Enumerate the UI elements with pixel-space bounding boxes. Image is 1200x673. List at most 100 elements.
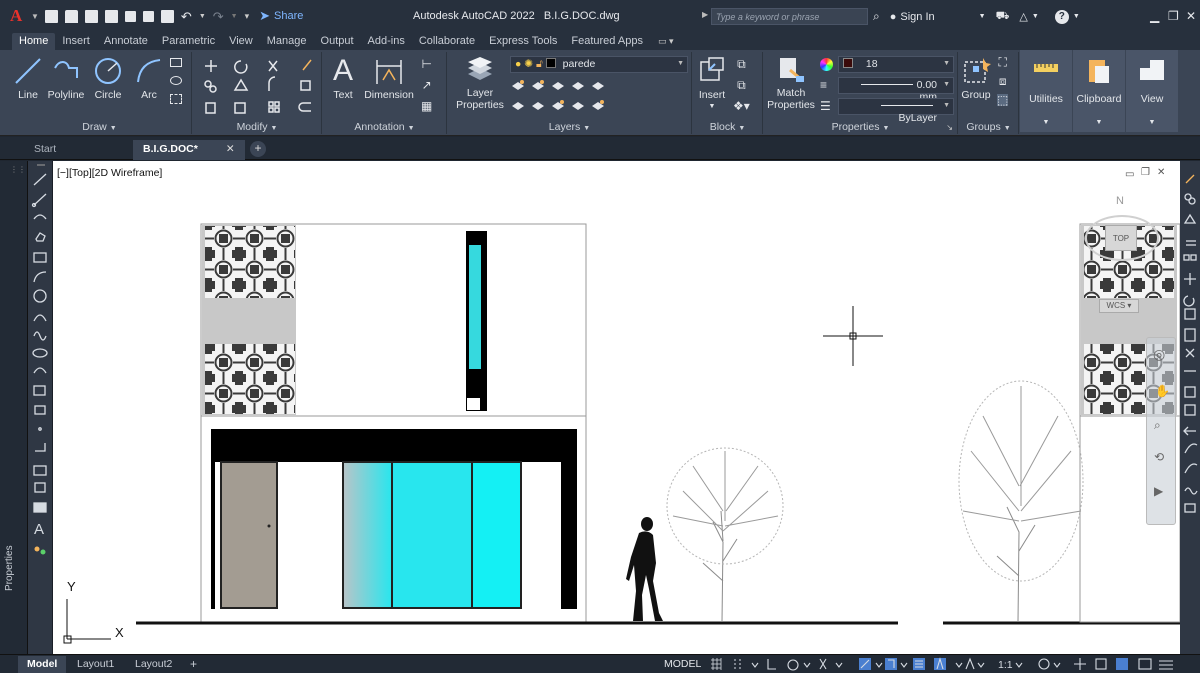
orbit-icon[interactable]: ⟲ bbox=[1154, 450, 1164, 464]
properties-panel-title[interactable]: Properties ▼ bbox=[764, 121, 957, 133]
insert-button[interactable]: Insert ▼ bbox=[695, 56, 729, 113]
hatch-icon[interactable] bbox=[170, 76, 182, 85]
drawing-svg[interactable] bbox=[53, 161, 1180, 654]
group-button[interactable]: Group bbox=[959, 56, 993, 101]
properties-palette-strip[interactable]: ⋮⋮ Properties bbox=[0, 161, 28, 654]
search-input[interactable]: Type a keyword or phrase bbox=[711, 8, 868, 25]
print-icon[interactable] bbox=[160, 9, 174, 23]
publish-icon[interactable] bbox=[124, 10, 136, 22]
redo-icon[interactable]: ↷ bbox=[213, 10, 224, 23]
line-button[interactable]: Line bbox=[12, 56, 44, 101]
create-block-icon[interactable]: ⧉ bbox=[737, 58, 746, 70]
status-toggles[interactable]: 1:1 bbox=[708, 655, 1188, 673]
insert-dropdown-icon[interactable]: ▼ bbox=[695, 101, 729, 113]
tab-insert[interactable]: Insert bbox=[55, 33, 97, 50]
leader-icon[interactable]: ↗ bbox=[422, 79, 432, 91]
lineweight-dropdown[interactable]: 0.00 mm ▼ bbox=[838, 77, 954, 103]
zoom-icon[interactable]: ⌕ bbox=[1154, 418, 1161, 433]
new-layout-icon[interactable]: + bbox=[190, 657, 197, 671]
rectangle-icon[interactable] bbox=[170, 58, 182, 67]
autodesk-a360-icon[interactable]: △ bbox=[1019, 10, 1027, 23]
save-icon[interactable] bbox=[84, 9, 98, 23]
modify-tools-icon[interactable] bbox=[203, 58, 315, 120]
drawing-canvas[interactable]: [−][Top][2D Wireframe] ▭ ❐ ✕ Y X N TOP W… bbox=[53, 161, 1180, 654]
clipboard-button[interactable]: Clipboard ▼ bbox=[1073, 50, 1125, 132]
palette-grip-icon[interactable]: ⋮⋮ bbox=[10, 165, 26, 174]
arc-button[interactable]: Arc bbox=[132, 56, 166, 101]
model-space-toggle[interactable]: MODEL bbox=[664, 658, 701, 670]
draw-toolbar-icons[interactable]: A bbox=[28, 161, 53, 561]
layer-properties-button[interactable]: Layer Properties bbox=[454, 56, 506, 111]
a360-dropdown-icon[interactable]: ▼ bbox=[1032, 13, 1039, 20]
undo-icon[interactable]: ↶ bbox=[181, 10, 192, 23]
tab-parametric[interactable]: Parametric bbox=[155, 33, 222, 50]
close-tab-icon[interactable]: ✕ bbox=[226, 143, 235, 155]
showmotion-icon[interactable]: ▶ bbox=[1154, 484, 1163, 498]
sign-in-dropdown-icon[interactable]: ▼ bbox=[979, 13, 986, 20]
annotation-panel-title[interactable]: Annotation ▼ bbox=[323, 121, 446, 133]
help-dropdown-icon[interactable]: ▼ bbox=[1073, 13, 1080, 20]
ungroup-icon[interactable]: ⛶ bbox=[998, 56, 1006, 68]
search-expand-icon[interactable]: ▶ bbox=[702, 10, 708, 19]
tab-annotate[interactable]: Annotate bbox=[97, 33, 155, 50]
layers-panel-title[interactable]: Layers ▼ bbox=[448, 121, 691, 133]
open-folder-icon[interactable] bbox=[64, 9, 78, 23]
tab-output[interactable]: Output bbox=[314, 33, 361, 50]
layer-tools-icon[interactable] bbox=[510, 78, 620, 114]
block-attribute-icon[interactable]: ❖▾ bbox=[733, 100, 750, 112]
dimension-button[interactable]: Dimension bbox=[361, 56, 417, 101]
save-as-icon[interactable] bbox=[104, 9, 118, 23]
app-menu-icon[interactable]: A bbox=[10, 7, 28, 25]
viewcube-ring[interactable] bbox=[1085, 215, 1159, 261]
utilities-button[interactable]: Utilities ▼ bbox=[1020, 50, 1072, 132]
layout2-tab[interactable]: Layout2 bbox=[126, 656, 181, 673]
table-icon[interactable]: ▦ bbox=[421, 100, 432, 112]
modify-panel-title[interactable]: Modify ▼ bbox=[193, 121, 321, 133]
user-icon[interactable]: ● bbox=[890, 11, 897, 23]
boundary-icon[interactable] bbox=[170, 94, 182, 104]
undo-dropdown-icon[interactable]: ▼ bbox=[199, 13, 206, 20]
new-file-icon[interactable] bbox=[44, 9, 58, 23]
ribbon-minimize-icon[interactable]: ▭ ▾ bbox=[658, 36, 674, 50]
drawing-tab-big-doc[interactable]: B.I.G.DOC* ✕ bbox=[133, 140, 245, 160]
linetype-dropdown[interactable]: ByLayer ▼ bbox=[838, 98, 954, 124]
customize-qat-icon[interactable]: ▾ bbox=[245, 11, 250, 22]
tab-collaborate[interactable]: Collaborate bbox=[412, 33, 482, 50]
layer-dropdown[interactable]: ● ✺ 🔓︎ parede ▼ bbox=[510, 56, 688, 73]
plot-preview-icon[interactable] bbox=[142, 10, 154, 22]
text-button[interactable]: A Text bbox=[328, 56, 358, 102]
wcs-menu[interactable]: WCS ▾ bbox=[1099, 299, 1139, 313]
restore-icon[interactable]: ❐ bbox=[1168, 9, 1179, 23]
polyline-button[interactable]: Polyline bbox=[44, 56, 88, 101]
circle-button[interactable]: Circle bbox=[90, 56, 126, 101]
color-dropdown[interactable]: 18 ▼ bbox=[838, 56, 954, 73]
sign-in-link[interactable]: Sign In bbox=[900, 11, 934, 23]
new-tab-button[interactable]: + bbox=[250, 141, 266, 157]
tab-featured-apps[interactable]: Featured Apps bbox=[564, 33, 650, 50]
block-panel-title[interactable]: Block ▼ bbox=[693, 121, 762, 133]
properties-palette-label[interactable]: Properties bbox=[4, 545, 15, 591]
share-button[interactable]: ➤ Share bbox=[259, 8, 303, 24]
tab-express-tools[interactable]: Express Tools bbox=[482, 33, 564, 50]
view-button[interactable]: View ▼ bbox=[1126, 50, 1178, 132]
cart-icon[interactable]: ⛟ bbox=[996, 10, 1010, 24]
minimize-icon[interactable]: ▁ bbox=[1150, 9, 1159, 23]
layout1-tab[interactable]: Layout1 bbox=[68, 656, 123, 673]
groups-panel-title[interactable]: Groups ▼ bbox=[959, 121, 1018, 133]
steering-wheel-icon[interactable]: ◎ bbox=[1153, 346, 1165, 363]
tab-view[interactable]: View bbox=[222, 33, 260, 50]
app-menu-chevron-icon[interactable]: ▼ bbox=[31, 12, 39, 21]
linear-dim-icon[interactable]: ⊢ bbox=[421, 58, 431, 70]
search-icon[interactable]: ⌕ bbox=[873, 9, 880, 24]
close-icon[interactable]: ✕ bbox=[1186, 9, 1196, 23]
help-icon[interactable]: ? bbox=[1054, 9, 1069, 24]
redo-dropdown-icon[interactable]: ▼ bbox=[231, 13, 238, 20]
tab-manage[interactable]: Manage bbox=[260, 33, 314, 50]
start-tab[interactable]: Start bbox=[24, 140, 66, 160]
group-select-icon[interactable]: ⬚ bbox=[997, 94, 1009, 106]
edit-block-icon[interactable]: ⧉ bbox=[737, 79, 746, 91]
group-edit-icon[interactable]: ⧈ bbox=[999, 75, 1007, 87]
match-properties-button[interactable]: Match Properties bbox=[764, 56, 818, 111]
modify-toolbar-icons[interactable] bbox=[1180, 161, 1200, 521]
pan-icon[interactable]: ✋ bbox=[1155, 384, 1170, 398]
